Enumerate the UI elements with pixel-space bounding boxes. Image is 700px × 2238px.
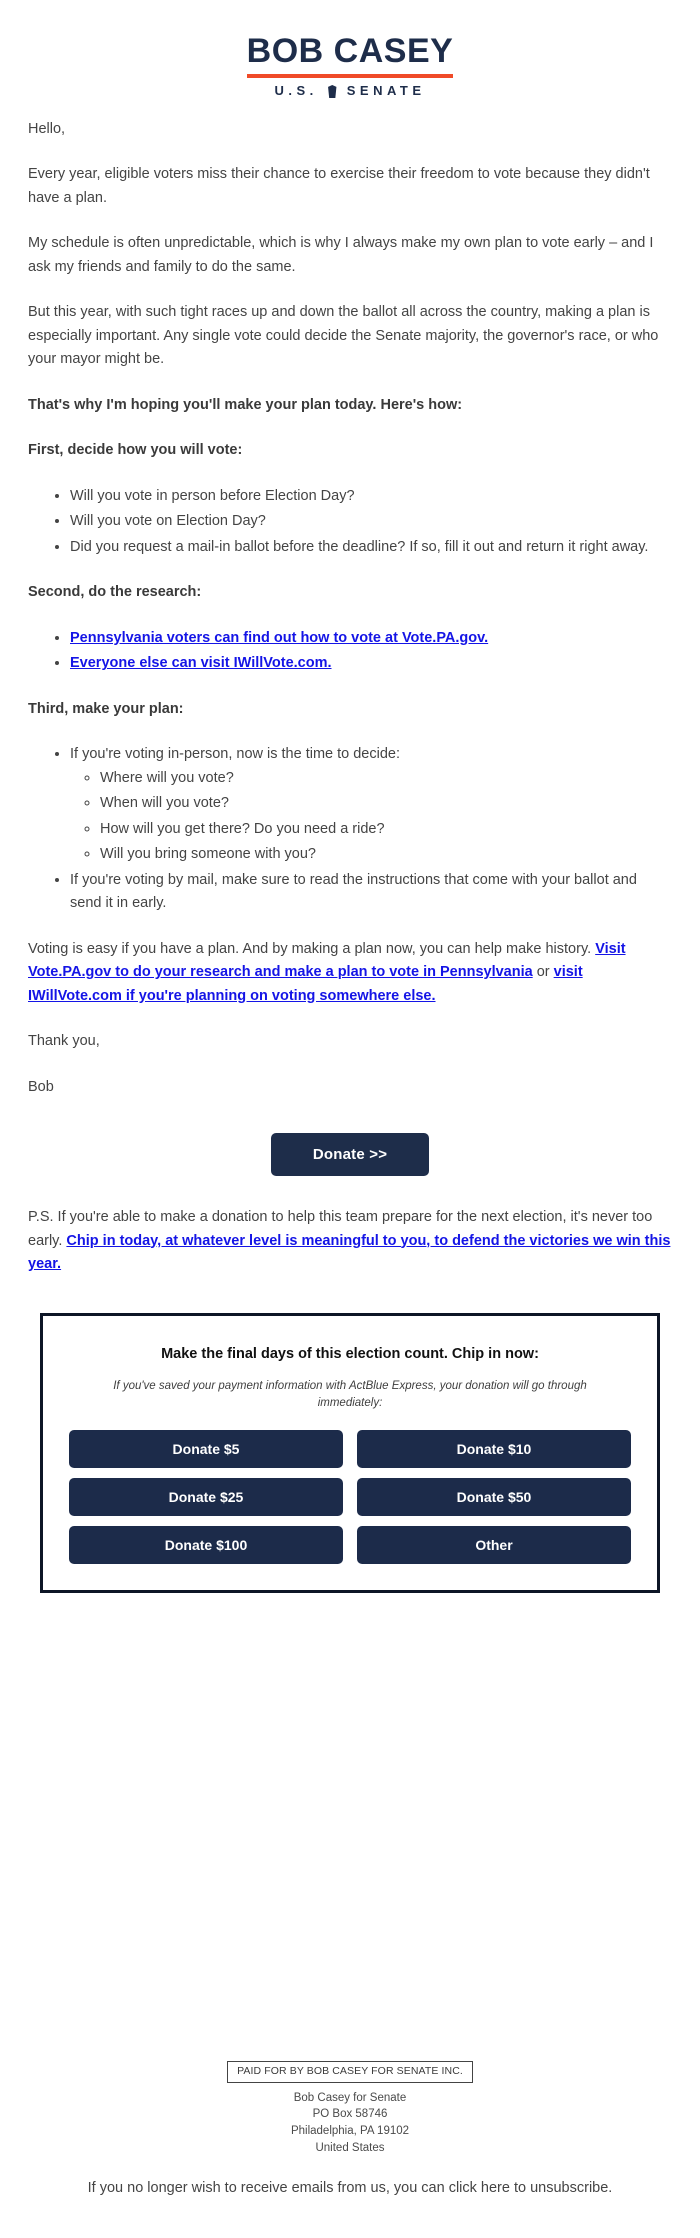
step-three-list: If you're voting in-person, now is the t… bbox=[28, 743, 672, 915]
donate-10-button[interactable]: Donate $10 bbox=[357, 1430, 631, 1469]
address-po-box: PO Box 58746 bbox=[312, 2108, 388, 2121]
signature-text: Bob bbox=[28, 1078, 54, 1095]
address-org: Bob Casey for Senate bbox=[293, 2091, 407, 2104]
email-page: BOB CASEY U.S. SENATE Hello, Every year,… bbox=[0, 0, 700, 2238]
list-item-label: If you're voting in-person, now is the t… bbox=[70, 746, 400, 763]
logo-candidate-name: BOB CASEY bbox=[246, 32, 454, 70]
list-item: When will you vote? bbox=[100, 792, 672, 815]
pennsylvania-keystone-icon bbox=[328, 85, 337, 98]
logo-subtitle-us: U.S. bbox=[274, 83, 318, 98]
unsubscribe-text: If you no longer wish to receive emails … bbox=[87, 2180, 531, 2197]
donation-box-title: Make the final days of this election cou… bbox=[161, 1345, 539, 1362]
donate-5-button[interactable]: Donate $5 bbox=[69, 1430, 343, 1469]
mailing-address: Bob Casey for Senate PO Box 58746 Philad… bbox=[0, 2090, 700, 2157]
list-item: If you're voting in-person, now is the t… bbox=[70, 743, 672, 866]
list-item: If you're voting by mail, make sure to r… bbox=[70, 869, 672, 916]
iwillvote-link[interactable]: Everyone else can visit IWillVote.com. bbox=[70, 655, 332, 671]
call-to-action-heading: That's why I'm hoping you'll make your p… bbox=[28, 396, 463, 413]
donation-box: Make the final days of this election cou… bbox=[40, 1312, 660, 1594]
donate-other-button[interactable]: Other bbox=[357, 1526, 631, 1565]
list-item: Will you vote in person before Election … bbox=[70, 485, 672, 508]
thank-you-text: Thank you, bbox=[28, 1033, 100, 1050]
logo-subtitle: U.S. SENATE bbox=[247, 83, 454, 98]
postscript-area: P.S. If you're able to make a donation t… bbox=[0, 1206, 700, 1276]
closing-text-mid: or bbox=[532, 964, 554, 981]
list-item: How will you get there? Do you need a ri… bbox=[100, 818, 672, 841]
email-body: Hello, Every year, eligible voters miss … bbox=[0, 118, 700, 1099]
chip-in-link[interactable]: Chip in today, at whatever level is mean… bbox=[28, 1233, 670, 1272]
logo-red-rule bbox=[246, 74, 454, 78]
list-item: Did you request a mail-in ballot before … bbox=[70, 536, 672, 559]
step-three-heading: Third, make your plan: bbox=[28, 700, 184, 717]
address-country: United States bbox=[315, 2141, 385, 2154]
greeting-text: Hello, bbox=[28, 121, 66, 137]
list-item: Where will you vote? bbox=[100, 767, 672, 790]
donate-25-button[interactable]: Donate $25 bbox=[69, 1478, 343, 1517]
donate-50-button[interactable]: Donate $50 bbox=[357, 1478, 631, 1517]
postscript-paragraph: P.S. If you're able to make a donation t… bbox=[28, 1206, 672, 1276]
paid-for-disclaimer: PAID FOR BY BOB CASEY FOR SENATE INC. bbox=[227, 2060, 473, 2083]
unsubscribe-link[interactable]: unsubscribe. bbox=[530, 2180, 612, 2196]
donation-amount-grid: Donate $5 Donate $10 Donate $25 Donate $… bbox=[69, 1430, 631, 1565]
logo-subtitle-senate: SENATE bbox=[346, 83, 426, 98]
brand-logo: BOB CASEY U.S. SENATE bbox=[246, 32, 454, 98]
closing-paragraph: Voting is easy if you have a plan. And b… bbox=[28, 938, 672, 1008]
list-item: Will you bring someone with you? bbox=[100, 843, 672, 866]
address-city-state-zip: Philadelphia, PA 19102 bbox=[290, 2124, 410, 2137]
vote-pa-gov-link[interactable]: Pennsylvania voters can find out how to … bbox=[70, 630, 488, 646]
closing-text-pre: Voting is easy if you have a plan. And b… bbox=[28, 940, 596, 957]
step-two-list: Pennsylvania voters can find out how to … bbox=[28, 627, 672, 676]
list-item: Pennsylvania voters can find out how to … bbox=[70, 627, 672, 650]
donate-100-button[interactable]: Donate $100 bbox=[69, 1526, 343, 1565]
donation-box-subtitle: If you've saved your payment information… bbox=[113, 1379, 587, 1410]
step-two-heading: Second, do the research: bbox=[28, 584, 202, 601]
list-item: Everyone else can visit IWillVote.com. bbox=[70, 652, 672, 675]
step-one-heading: First, decide how you will vote: bbox=[28, 442, 243, 459]
primary-donate-area: Donate >> bbox=[0, 1133, 700, 1177]
paragraph-2: My schedule is often unpredictable, whic… bbox=[28, 235, 654, 275]
donate-button[interactable]: Donate >> bbox=[270, 1133, 430, 1177]
paragraph-1: Every year, eligible voters miss their c… bbox=[28, 166, 650, 206]
step-three-sublist: Where will you vote? When will you vote?… bbox=[70, 767, 672, 867]
unsubscribe-notice: If you no longer wish to receive emails … bbox=[0, 2178, 700, 2200]
email-footer: PAID FOR BY BOB CASEY FOR SENATE INC. Bo… bbox=[0, 2060, 700, 2200]
paragraph-3: But this year, with such tight races up … bbox=[28, 304, 659, 368]
step-one-list: Will you vote in person before Election … bbox=[28, 485, 672, 559]
email-header: BOB CASEY U.S. SENATE bbox=[0, 0, 700, 118]
list-item: Will you vote on Election Day? bbox=[70, 510, 672, 533]
